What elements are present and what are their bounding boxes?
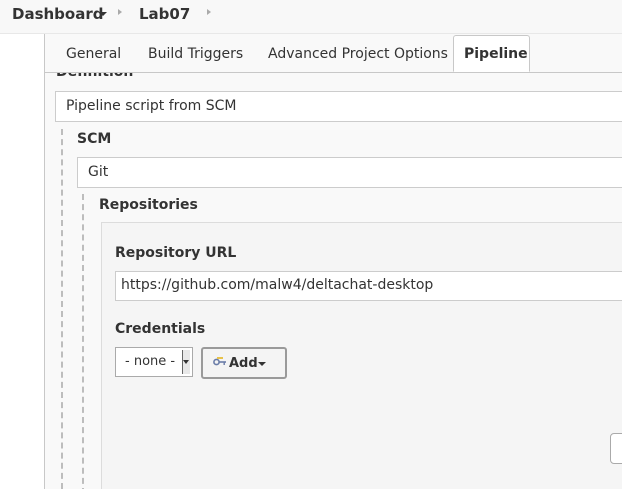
add-button-label: Add: [229, 356, 258, 371]
section-indent-line: [82, 194, 84, 489]
chevron-down-icon[interactable]: [99, 12, 107, 16]
key-icon: [213, 357, 226, 366]
scm-select[interactable]: Git: [77, 157, 622, 188]
breadcrumb-job[interactable]: Lab07: [139, 5, 190, 23]
tab-bar: General Build Triggers Advanced Project …: [45, 34, 622, 73]
credentials-selected: - none -: [125, 354, 176, 369]
breadcrumb-dashboard[interactable]: Dashboard: [12, 5, 103, 23]
definition-select[interactable]: Pipeline script from SCM: [55, 91, 622, 122]
tab-build-triggers[interactable]: Build Triggers: [148, 46, 243, 62]
repository-url-label: Repository URL: [115, 245, 237, 261]
tab-pipeline[interactable]: Pipeline: [453, 35, 530, 72]
config-panel: Definition Pipeline script from SCM SCM …: [44, 34, 622, 489]
chevron-down-icon: [258, 362, 266, 366]
delete-repository-button[interactable]: [610, 433, 622, 464]
chevron-right-icon: [118, 9, 122, 15]
tab-advanced-project-options[interactable]: Advanced Project Options: [268, 46, 448, 62]
chevron-right-icon[interactable]: [207, 9, 211, 15]
credentials-select[interactable]: - none -: [115, 347, 193, 377]
repository-url-input[interactable]: https://github.com/malw4/deltachat-deskt…: [115, 271, 622, 301]
add-credentials-button[interactable]: Add: [201, 347, 287, 379]
chevron-down-icon[interactable]: [182, 350, 190, 374]
sidebar-gutter: [0, 34, 44, 489]
credentials-label: Credentials: [115, 321, 206, 337]
tab-general[interactable]: General: [66, 46, 121, 62]
breadcrumb: Dashboard Lab07: [0, 0, 622, 34]
scm-label: SCM: [77, 131, 112, 147]
repositories-label: Repositories: [99, 197, 198, 213]
section-indent-line: [61, 129, 63, 489]
